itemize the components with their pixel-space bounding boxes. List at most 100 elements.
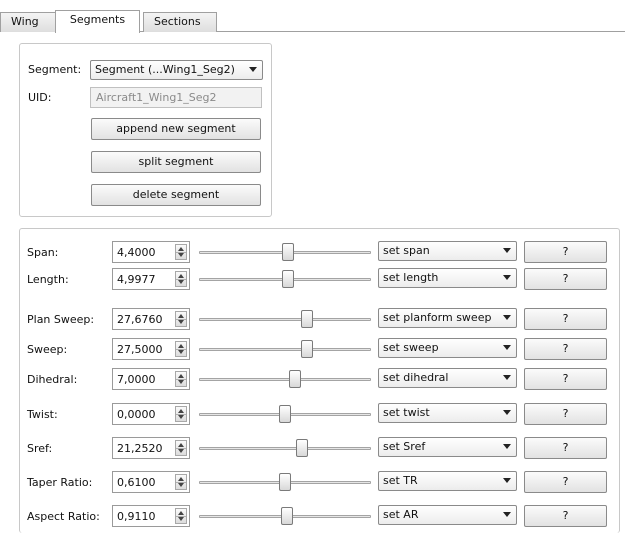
parameter-action-select[interactable]: set dihedral xyxy=(378,368,517,388)
spin-arrows-icon[interactable] xyxy=(175,341,187,357)
tab-wing[interactable]: Wing xyxy=(0,12,56,32)
parameter-action-select[interactable]: set TR xyxy=(378,471,517,491)
spin-arrows-icon[interactable] xyxy=(175,371,187,387)
parameter-value: 0,0000 xyxy=(117,408,156,421)
help-button[interactable]: ? xyxy=(524,505,607,527)
parameter-slider[interactable] xyxy=(199,242,371,262)
uid-field[interactable]: Aircraft1_Wing1_Seg2 xyxy=(90,87,262,108)
slider-handle[interactable] xyxy=(301,340,314,358)
parameter-slider[interactable] xyxy=(199,339,371,359)
parameter-value: 7,0000 xyxy=(117,373,156,386)
slider-handle[interactable] xyxy=(280,507,293,525)
split-segment-button[interactable]: split segment xyxy=(91,151,261,173)
segment-select[interactable]: Segment (...Wing1_Seg2) xyxy=(90,60,263,80)
slider-handle[interactable] xyxy=(282,243,295,261)
tab-sections[interactable]: Sections xyxy=(143,12,217,32)
chevron-down-icon xyxy=(503,512,511,517)
parameter-action-value: set dihedral xyxy=(383,371,449,384)
parameter-action-value: set planform sweep xyxy=(383,311,492,324)
parameter-spinbox[interactable]: 0,9110 xyxy=(112,505,190,527)
spin-arrows-icon[interactable] xyxy=(175,271,187,287)
spin-arrows-icon[interactable] xyxy=(175,406,187,422)
parameter-label: Twist: xyxy=(27,408,58,421)
parameter-spinbox[interactable]: 4,9977 xyxy=(112,268,190,290)
spin-up-icon[interactable] xyxy=(178,314,184,318)
slider-handle[interactable] xyxy=(301,310,314,328)
spin-up-icon[interactable] xyxy=(178,344,184,348)
parameter-action-select[interactable]: set length xyxy=(378,268,517,288)
parameter-action-select[interactable]: set AR xyxy=(378,505,517,525)
parameter-label: Plan Sweep: xyxy=(27,313,95,326)
spin-arrows-icon[interactable] xyxy=(175,244,187,260)
parameter-value: 0,6100 xyxy=(117,476,156,489)
slider-handle[interactable] xyxy=(279,405,291,423)
parameter-slider[interactable] xyxy=(199,404,371,424)
tab-segments[interactable]: Segments xyxy=(55,10,140,33)
parameter-spinbox[interactable]: 7,0000 xyxy=(112,368,190,390)
parameter-value: 4,9977 xyxy=(117,273,156,286)
help-button[interactable]: ? xyxy=(524,368,607,390)
slider-handle[interactable] xyxy=(289,370,302,388)
help-button[interactable]: ? xyxy=(524,338,607,360)
parameter-label: Length: xyxy=(27,273,69,286)
spin-down-icon[interactable] xyxy=(178,415,184,419)
spin-up-icon[interactable] xyxy=(178,477,184,481)
parameter-spinbox[interactable]: 27,5000 xyxy=(112,338,190,360)
help-button[interactable]: ? xyxy=(524,241,607,263)
spin-down-icon[interactable] xyxy=(178,320,184,324)
spin-up-icon[interactable] xyxy=(178,409,184,413)
spin-arrows-icon[interactable] xyxy=(175,440,187,456)
parameter-slider[interactable] xyxy=(199,309,371,329)
append-segment-button[interactable]: append new segment xyxy=(91,118,261,140)
spin-down-icon[interactable] xyxy=(178,449,184,453)
help-button[interactable]: ? xyxy=(524,308,607,330)
spin-arrows-icon[interactable] xyxy=(175,311,187,327)
slider-groove xyxy=(199,318,371,321)
help-button[interactable]: ? xyxy=(524,403,607,425)
parameter-spinbox[interactable]: 0,6100 xyxy=(112,471,190,493)
parameter-slider[interactable] xyxy=(199,269,371,289)
spin-arrows-icon[interactable] xyxy=(175,474,187,490)
spin-up-icon[interactable] xyxy=(178,511,184,515)
parameter-slider[interactable] xyxy=(199,472,371,492)
spin-up-icon[interactable] xyxy=(178,247,184,251)
segment-label: Segment: xyxy=(28,63,82,76)
parameter-action-select[interactable]: set Sref xyxy=(378,437,517,457)
parameter-spinbox[interactable]: 0,0000 xyxy=(112,403,190,425)
parameter-spinbox[interactable]: 27,6760 xyxy=(112,308,190,330)
parameter-spinbox[interactable]: 4,4000 xyxy=(112,241,190,263)
slider-handle[interactable] xyxy=(282,270,295,288)
spin-arrows-icon[interactable] xyxy=(175,508,187,524)
parameter-slider[interactable] xyxy=(199,369,371,389)
spin-down-icon[interactable] xyxy=(178,517,184,521)
parameter-action-select[interactable]: set sweep xyxy=(378,338,517,358)
parameter-label: Sweep: xyxy=(27,343,68,356)
chevron-down-icon xyxy=(503,410,511,415)
spin-down-icon[interactable] xyxy=(178,350,184,354)
help-button[interactable]: ? xyxy=(524,471,607,493)
parameter-row: Aspect Ratio: 0,9110 set AR? xyxy=(0,503,625,529)
parameter-action-select[interactable]: set planform sweep xyxy=(378,308,517,328)
parameter-action-value: set span xyxy=(383,244,430,257)
parameter-slider[interactable] xyxy=(199,506,371,526)
slider-handle[interactable] xyxy=(279,473,291,491)
slider-handle[interactable] xyxy=(296,439,309,457)
parameter-action-select[interactable]: set twist xyxy=(378,403,517,423)
parameter-spinbox[interactable]: 21,2520 xyxy=(112,437,190,459)
chevron-down-icon xyxy=(503,315,511,320)
spin-down-icon[interactable] xyxy=(178,280,184,284)
help-button[interactable]: ? xyxy=(524,437,607,459)
spin-up-icon[interactable] xyxy=(178,443,184,447)
delete-segment-button[interactable]: delete segment xyxy=(91,184,261,206)
parameter-row: Span: 4,4000 set span? xyxy=(0,239,625,265)
spin-down-icon[interactable] xyxy=(178,380,184,384)
help-button[interactable]: ? xyxy=(524,268,607,290)
parameter-value: 27,6760 xyxy=(117,313,163,326)
parameter-action-select[interactable]: set span xyxy=(378,241,517,261)
spin-up-icon[interactable] xyxy=(178,374,184,378)
spin-up-icon[interactable] xyxy=(178,274,184,278)
spin-down-icon[interactable] xyxy=(178,483,184,487)
spin-down-icon[interactable] xyxy=(178,253,184,257)
parameter-slider[interactable] xyxy=(199,438,371,458)
slider-groove xyxy=(199,348,371,351)
